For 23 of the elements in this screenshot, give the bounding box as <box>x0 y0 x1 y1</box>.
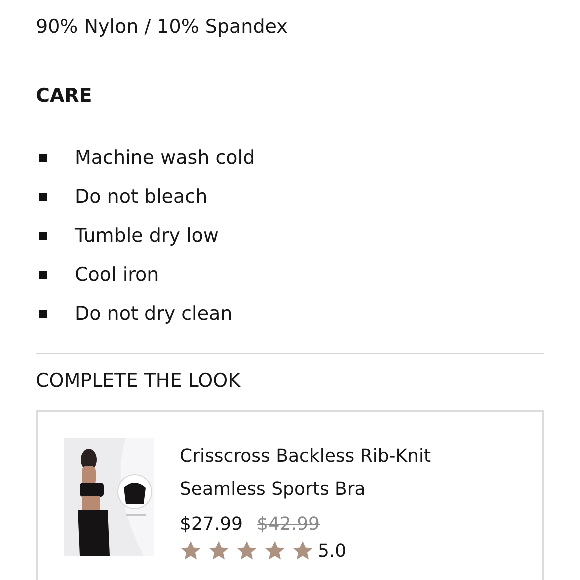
care-instruction: Cool iron <box>75 262 160 288</box>
star-icon <box>292 540 314 562</box>
star-icon <box>236 540 258 562</box>
material-text: 90% Nylon / 10% Spandex <box>36 15 289 40</box>
rating-value: 5.0 <box>318 540 347 562</box>
product-name: Crisscross Backless Rib-Knit Seamless Sports Bra <box>180 445 432 502</box>
product-price: $27.99 <box>180 513 243 537</box>
star-icon <box>264 540 286 562</box>
care-instruction: Do not dry clean <box>75 302 233 326</box>
care-instruction: Tumble dry low <box>75 224 219 248</box>
original-price: $42.99 <box>256 513 320 537</box>
care-instruction: Machine wash cold <box>75 146 256 170</box>
bullet-icon <box>39 310 47 318</box>
star-icon <box>180 540 202 562</box>
star-icon <box>208 540 230 562</box>
bullet-icon <box>39 232 47 240</box>
care-instruction: Do not bleach <box>75 184 208 210</box>
bullet-icon <box>39 154 47 162</box>
section-heading: COMPLETE THE LOOK <box>36 369 242 394</box>
bullet-icon <box>39 270 47 278</box>
product-card[interactable]: Crisscross Backless Rib-Knit Seamless Sports Bra $27.99 $42.99 5.0 <box>36 410 544 580</box>
section-heading: CARE <box>36 84 94 109</box>
bullet-icon <box>39 192 47 200</box>
